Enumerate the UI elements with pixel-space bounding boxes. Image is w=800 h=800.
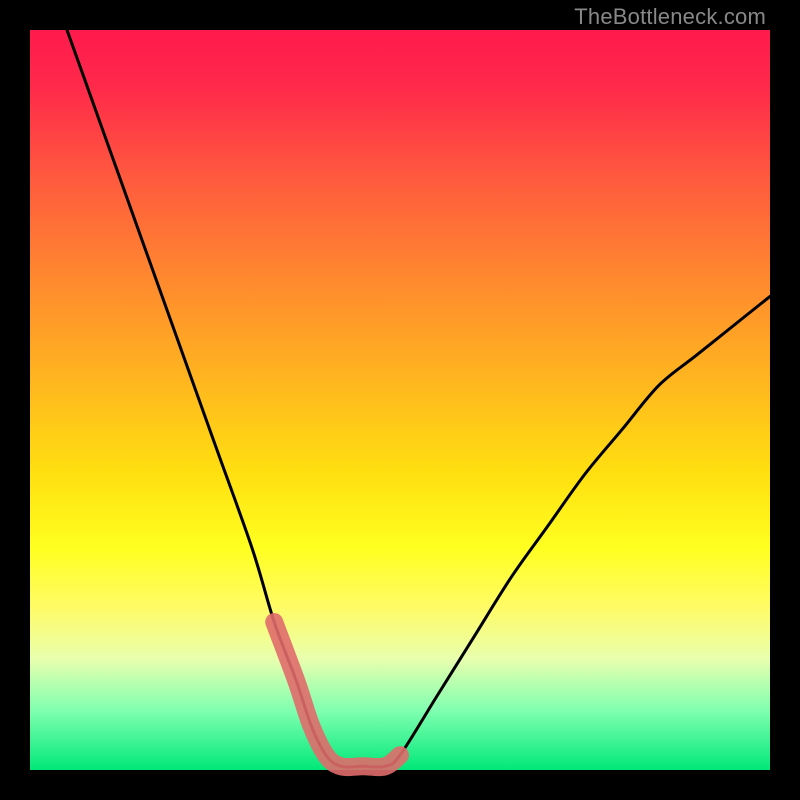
watermark-text: TheBottleneck.com <box>574 4 766 30</box>
bottleneck-curve <box>67 30 770 767</box>
chart-frame: TheBottleneck.com <box>0 0 800 800</box>
optimal-band-curve <box>274 622 400 767</box>
curve-layer <box>0 0 800 800</box>
